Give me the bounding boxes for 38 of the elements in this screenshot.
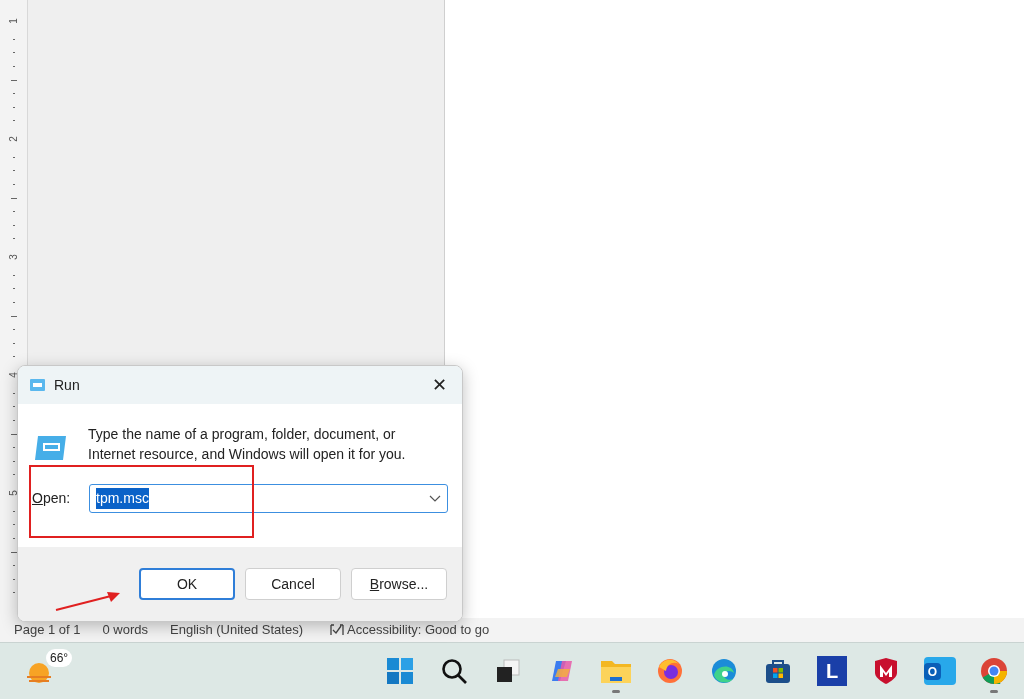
ruler-number: 5 — [8, 490, 19, 496]
ruler-number: 3 — [8, 254, 19, 260]
shield-icon — [872, 657, 900, 685]
mail-tile-icon: O — [924, 657, 956, 685]
search-icon — [440, 657, 468, 685]
status-text[interactable]: 0 words — [102, 620, 149, 640]
instruction-text: Type the name of a program, folder, document, or Internet resource, and Windows will open it for you. — [88, 425, 407, 464]
fox-globe-icon — [656, 657, 684, 685]
run-app-icon — [28, 378, 46, 392]
dialog-button[interactable]: Cancel — [245, 568, 341, 600]
taskbar-button[interactable]: L — [812, 649, 852, 693]
status-text[interactable]: Page 1 of 1 — [14, 620, 81, 640]
letter-tile-icon: L — [817, 656, 847, 686]
circle-logo-icon — [980, 657, 1008, 685]
running-indicator — [990, 690, 998, 693]
close-button[interactable]: ✕ — [416, 366, 462, 404]
run-app-icon — [32, 434, 68, 462]
status-text[interactable]: English (United States) — [170, 620, 303, 640]
ruler-number: 1 — [8, 18, 19, 24]
chevron-down-icon[interactable] — [429, 494, 441, 503]
accessibility-check-icon[interactable] — [329, 623, 345, 637]
dialog-title: Run — [54, 375, 80, 395]
task-view-icon — [495, 658, 521, 684]
running-indicator — [612, 690, 620, 693]
dialog-button[interactable]: Browse... — [351, 568, 447, 600]
command-combo-box[interactable]: tpm.msc — [89, 484, 448, 513]
wave-globe-icon — [710, 657, 738, 685]
command-text: tpm.msc — [96, 488, 149, 509]
open-label: Open: — [32, 489, 72, 508]
annotation-arrow — [55, 591, 121, 612]
windows-logo-icon — [386, 657, 414, 685]
ruler-number: 2 — [8, 136, 19, 142]
ruler-number: 4 — [8, 372, 19, 378]
dialog-button[interactable]: OK — [139, 568, 235, 600]
status-text[interactable]: Accessibility: Good to go — [347, 620, 490, 640]
taskbar-button[interactable]: O — [920, 649, 960, 693]
shopping-bag-icon — [764, 657, 792, 685]
temperature-badge[interactable]: 66° — [46, 649, 73, 667]
